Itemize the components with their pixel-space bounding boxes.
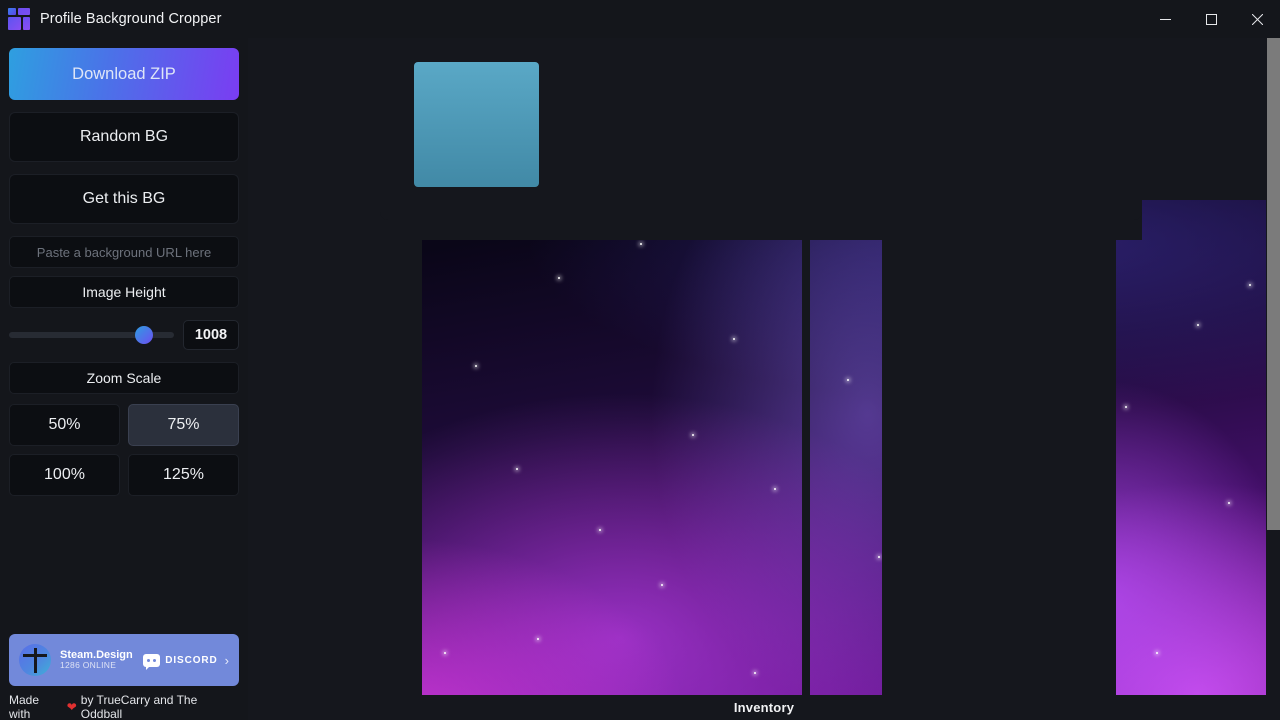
discord-cta-label: DISCORD <box>165 654 218 666</box>
discord-server-info: Steam.Design 1286 ONLINE <box>60 649 143 671</box>
discord-logo-icon <box>143 653 161 670</box>
image-height-value[interactable]: 1008 <box>183 320 239 350</box>
credit-suffix: by TrueCarry and The Oddball <box>80 693 198 720</box>
image-height-slider[interactable] <box>9 326 174 344</box>
slider-thumb[interactable] <box>135 326 154 344</box>
layout-grid-icon <box>8 8 30 30</box>
zoom-option-75[interactable]: 75% <box>128 404 239 446</box>
image-height-label: Image Height <box>9 276 239 308</box>
zoom-scale-options: 50% 75% 100% 125% <box>9 404 239 496</box>
avatar-preview <box>414 62 539 187</box>
zoom-option-100[interactable]: 100% <box>9 454 120 496</box>
application-window: Profile Background Cropper Download ZIP … <box>0 0 1280 720</box>
background-url-input[interactable]: Paste a background URL here <box>9 236 239 268</box>
close-icon[interactable] <box>1234 0 1280 38</box>
vertical-scrollbar[interactable] <box>1266 38 1280 720</box>
window-controls <box>1142 0 1280 38</box>
window-title: Profile Background Cropper <box>40 11 222 27</box>
random-bg-button[interactable]: Random BG <box>9 112 239 162</box>
maximize-icon[interactable] <box>1188 0 1234 38</box>
heart-icon: ❤ <box>66 700 77 714</box>
title-bar: Profile Background Cropper <box>0 0 1280 38</box>
image-height-slider-row: 1008 <box>9 318 239 352</box>
discord-widget[interactable]: Steam.Design 1286 ONLINE DISCORD › <box>9 634 239 686</box>
minimize-icon[interactable] <box>1142 0 1188 38</box>
chevron-right-icon: › <box>224 652 229 668</box>
credit-prefix: Made with <box>9 693 40 720</box>
zoom-option-50[interactable]: 50% <box>9 404 120 446</box>
sidebar: Download ZIP Random BG Get this BG Paste… <box>0 38 248 720</box>
inventory-label: Inventory <box>733 700 795 715</box>
credit-line: Made with ❤ by TrueCarry and The Oddball <box>9 693 239 720</box>
download-zip-button[interactable]: Download ZIP <box>9 48 239 100</box>
mask-gap-ab <box>802 240 810 697</box>
discord-join-button[interactable]: DISCORD › <box>143 652 229 670</box>
get-this-bg-button[interactable]: Get this BG <box>9 174 239 224</box>
discord-online-count: 1286 ONLINE <box>60 660 117 671</box>
discord-server-avatar <box>19 644 51 676</box>
mask-mid-col <box>882 200 1116 697</box>
zoom-option-125[interactable]: 125% <box>128 454 239 496</box>
inventory-footer: Inventory <box>248 695 1280 720</box>
title-bar-left: Profile Background Cropper <box>0 8 1142 30</box>
preview-stage: Inventory <box>248 38 1280 720</box>
zoom-scale-label: Zoom Scale <box>9 362 239 394</box>
scrollbar-thumb[interactable] <box>1267 38 1280 530</box>
